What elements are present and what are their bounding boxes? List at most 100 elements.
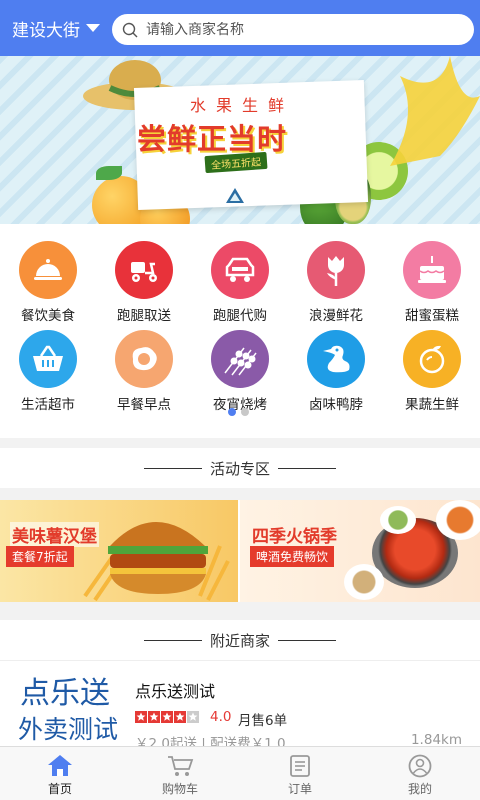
category-icon-bg <box>19 241 77 299</box>
section-title: 活动专区 <box>209 459 270 478</box>
skewer-icon <box>224 347 257 376</box>
cake-icon <box>418 256 446 283</box>
app: 建设大街 请输入商家名称 水果生鲜 尝鲜正当时 全场五折起 餐饮美食 跑腿取送 … <box>0 0 480 800</box>
category-flowers[interactable]: 浪漫鲜花 <box>288 241 384 329</box>
home-icon <box>48 755 72 776</box>
tab-home[interactable]: 首页 <box>0 747 120 800</box>
category-label: 果蔬生鲜 <box>405 397 459 413</box>
category-label: 跑腿取送 <box>117 308 171 324</box>
order-icon <box>290 755 310 777</box>
tab-profile[interactable]: 我的 <box>360 747 480 800</box>
category-grid: 餐饮美食 跑腿取送 跑腿代购 浪漫鲜花 甜蜜蛋糕 生活超市 早餐早点 夜宵烧烤 … <box>0 224 480 438</box>
merchant-card[interactable]: 点乐送 外卖测试 点乐送测试 4.0 月售6单 ￥2.0起送 | 配送费￥1.0… <box>0 660 480 748</box>
category-icon-bg <box>211 241 269 299</box>
category-icon-bg <box>403 330 461 388</box>
category-food[interactable]: 餐饮美食 <box>0 241 96 329</box>
category-icon-bg <box>307 330 365 388</box>
merchant-name: 点乐送测试 <box>135 682 216 701</box>
category-supermarket[interactable]: 生活超市 <box>0 330 96 418</box>
promo-row: 美味薯汉堡 套餐7折起 四季火锅季 啤酒免费畅饮 <box>0 500 480 602</box>
duck-icon <box>323 345 350 373</box>
dish-image <box>380 506 416 534</box>
orange-icon <box>419 345 445 374</box>
fried-egg-icon <box>132 347 157 371</box>
divider-line <box>143 467 202 469</box>
cart-icon <box>168 756 194 776</box>
tab-orders[interactable]: 订单 <box>240 747 360 800</box>
page-indicator <box>228 408 254 416</box>
search-icon <box>122 22 138 37</box>
nearby-section-header: 附近商家 <box>0 620 480 660</box>
merchant-logo-line2: 外卖测试 <box>18 715 119 744</box>
category-icon-bg <box>211 330 269 388</box>
category-fruit[interactable]: 果蔬生鲜 <box>384 330 480 418</box>
category-label: 浪漫鲜花 <box>309 308 363 324</box>
burger-image <box>83 522 230 602</box>
category-label: 甜蜜蛋糕 <box>405 308 459 324</box>
location-label: 建设大街 <box>12 20 80 41</box>
promo-title: 四季火锅季 <box>252 527 337 547</box>
tab-label: 购物车 <box>161 782 198 796</box>
tab-label: 我的 <box>407 782 432 796</box>
search-input[interactable] <box>146 21 446 38</box>
rose-icon <box>327 256 344 286</box>
basket-icon <box>33 345 63 371</box>
search-box[interactable] <box>112 14 474 45</box>
juice-splash-image <box>390 56 480 166</box>
bottom-tab-bar: 首页 购物车 订单 我的 <box>0 746 480 800</box>
star-filled-icon <box>135 711 147 723</box>
divider-line <box>278 639 336 641</box>
category-shopping[interactable]: 跑腿代购 <box>192 241 288 329</box>
triangle-decoration <box>226 188 244 203</box>
category-label: 早餐早点 <box>117 397 171 413</box>
category-breakfast[interactable]: 早餐早点 <box>96 330 192 418</box>
category-label: 生活超市 <box>21 397 75 413</box>
tab-label: 订单 <box>287 782 312 796</box>
rating-stars <box>135 711 200 723</box>
promo-banner[interactable]: 水果生鲜 尝鲜正当时 全场五折起 <box>0 56 480 224</box>
dish-image <box>436 500 480 540</box>
star-empty-icon <box>187 711 199 723</box>
caret-down-icon <box>86 24 100 32</box>
category-delivery[interactable]: 跑腿取送 <box>96 241 192 329</box>
category-label: 跑腿代购 <box>213 308 267 324</box>
location-selector[interactable]: 建设大街 <box>12 16 110 41</box>
tab-cart[interactable]: 购物车 <box>120 747 240 800</box>
page-dot-active[interactable] <box>228 408 236 416</box>
banner-subtitle: 水果生鲜 <box>190 96 295 115</box>
merchant-rating: 4.0 <box>210 709 232 725</box>
merchant-logo: 点乐送 外卖测试 <box>14 668 126 748</box>
category-bbq[interactable]: 夜宵烧烤 <box>192 330 288 418</box>
activity-section-header: 活动专区 <box>0 448 480 488</box>
promo-burger[interactable]: 美味薯汉堡 套餐7折起 <box>0 500 238 602</box>
page-dot[interactable] <box>241 408 249 416</box>
promo-hotpot[interactable]: 四季火锅季 啤酒免费畅饮 <box>240 500 480 602</box>
category-label: 卤味鸭脖 <box>309 397 363 413</box>
category-cake[interactable]: 甜蜜蛋糕 <box>384 241 480 329</box>
category-icon-bg <box>403 241 461 299</box>
promo-subtitle: 啤酒免费畅饮 <box>250 546 335 567</box>
divider-line <box>278 467 336 469</box>
section-title: 附近商家 <box>209 631 270 650</box>
category-icon-bg <box>307 241 365 299</box>
shopping-cart-icon <box>225 257 255 282</box>
leaf-image <box>96 166 122 180</box>
category-icon-bg <box>115 241 173 299</box>
star-filled-icon <box>174 711 186 723</box>
merchant-logo-line1: 点乐送 <box>20 676 110 711</box>
profile-icon <box>408 754 432 778</box>
promo-title: 美味薯汉堡 <box>10 522 99 547</box>
dish-cover-icon <box>34 259 62 280</box>
star-filled-icon <box>161 711 173 723</box>
divider-line <box>0 660 480 661</box>
category-icon-bg <box>115 330 173 388</box>
divider-line <box>143 639 202 641</box>
category-label: 餐饮美食 <box>21 308 75 324</box>
top-bar: 建设大街 <box>0 0 480 56</box>
merchant-sales: 月售6单 <box>238 713 288 729</box>
star-filled-icon <box>148 711 160 723</box>
scooter-icon <box>131 262 157 282</box>
category-duck[interactable]: 卤味鸭脖 <box>288 330 384 418</box>
dish-image <box>344 564 384 600</box>
category-icon-bg <box>19 330 77 388</box>
